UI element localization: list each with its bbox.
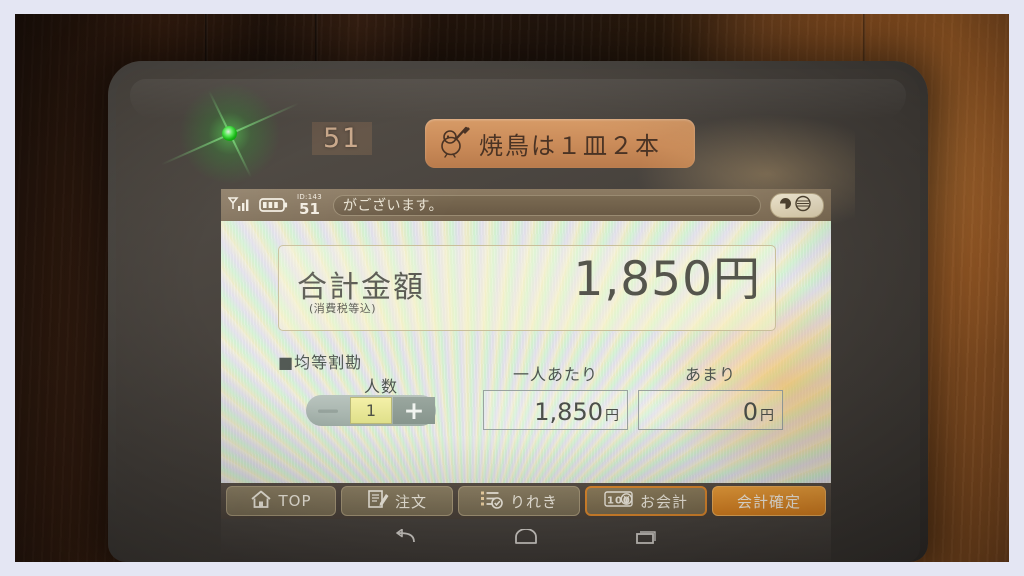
signal-bars-icon: [228, 196, 250, 214]
terminal-id-number: 51: [299, 199, 320, 218]
toolbar-top-label: TOP: [278, 492, 312, 510]
back-arrow-icon[interactable]: [393, 528, 417, 551]
minus-icon: [318, 409, 338, 413]
bezel-sticker-text: 焼鳥は１皿２本: [479, 132, 661, 160]
decrement-button[interactable]: [306, 395, 350, 426]
people-count-value[interactable]: 1: [350, 397, 392, 424]
total-amount-value: 1,850円: [573, 252, 761, 307]
terminal-id: ID:143 51: [297, 193, 322, 218]
remainder-value: 0: [742, 398, 758, 426]
split-bill-section: ■均等割勘 人数 1 + 一人あたり 1,850 円 あまり 0 円: [278, 349, 795, 430]
total-amount-tax-note: (消費税等込): [309, 302, 377, 315]
remainder-caption: あまり: [684, 365, 736, 384]
per-person-field: 一人あたり 1,850 円: [483, 361, 628, 430]
checkout-screen: 合計金額 (消費税等込) 1,850円 ■均等割勘 人数 1 + 一人あたり 1…: [221, 221, 831, 483]
call-staff-button[interactable]: [770, 192, 824, 218]
bezel-table-number: 51: [312, 122, 373, 156]
battery-icon: [259, 196, 288, 214]
remainder-box: 0 円: [638, 390, 783, 430]
recents-icon[interactable]: [635, 529, 659, 551]
per-person-value: 1,850: [534, 398, 603, 426]
marquee-text: がございます。: [342, 198, 444, 214]
tablet-screen: ID:143 51 がございます。 合計金額 (消費税等込) 1,850円 ■均…: [221, 189, 831, 519]
people-count-stepper[interactable]: 1 +: [306, 395, 436, 426]
toolbar-order-label: 注文: [394, 492, 427, 511]
home-nav-icon[interactable]: [513, 528, 539, 551]
marquee-message: がございます。: [332, 194, 761, 216]
coin-100-yen-icon: 100: [604, 489, 634, 513]
chick-yakitori-icon: [437, 125, 471, 163]
list-check-icon: [480, 489, 504, 513]
device-bezel: 51 焼鳥は１皿２本 ID:143 51 がございます。 合計金額 (消費税等込…: [116, 69, 920, 562]
total-amount-panel: 合計金額 (消費税等込) 1,850円: [278, 245, 776, 331]
ordering-tablet-device: 51 焼鳥は１皿２本 ID:143 51 がございます。 合計金額 (消費税等込…: [108, 61, 928, 562]
android-nav-bar: [221, 519, 831, 561]
photo-frame: 51 焼鳥は１皿２本 ID:143 51 がございます。 合計金額 (消費税等込…: [0, 0, 1024, 576]
toolbar-history-label: りれき: [509, 492, 558, 511]
toolbar-checkout-button[interactable]: 100 お会計: [585, 486, 707, 516]
per-person-caption: 一人あたり: [512, 365, 598, 384]
per-person-unit: 円: [605, 408, 619, 424]
toolbar-top-button[interactable]: TOP: [226, 486, 336, 516]
status-bar: ID:143 51 がございます。: [221, 189, 831, 221]
remainder-unit: 円: [760, 408, 774, 424]
photograph: 51 焼鳥は１皿２本 ID:143 51 がございます。 合計金額 (消費税等込…: [15, 14, 1009, 562]
home-icon: [250, 489, 272, 513]
call-staff-icon: [777, 195, 817, 216]
increment-button[interactable]: +: [393, 397, 435, 424]
svg-text:100: 100: [607, 496, 631, 507]
toolbar-checkout-label: お会計: [639, 492, 688, 511]
toolbar-order-button[interactable]: 注文: [341, 486, 453, 516]
power-led-icon: [222, 126, 237, 141]
people-count-label: 人数: [364, 377, 399, 396]
note-pencil-icon: [367, 489, 389, 513]
bezel-highlight: [130, 79, 906, 119]
bottom-toolbar: TOP 注文 りれき 100 お会計 会計確定: [221, 483, 831, 519]
per-person-box: 1,850 円: [483, 390, 628, 430]
toolbar-confirm-payment-button[interactable]: 会計確定: [712, 486, 826, 516]
bezel-sticker: 焼鳥は１皿２本: [425, 119, 695, 168]
remainder-field: あまり 0 円: [638, 361, 783, 430]
toolbar-history-button[interactable]: りれき: [458, 486, 580, 516]
toolbar-confirm-label: 会計確定: [736, 492, 801, 511]
